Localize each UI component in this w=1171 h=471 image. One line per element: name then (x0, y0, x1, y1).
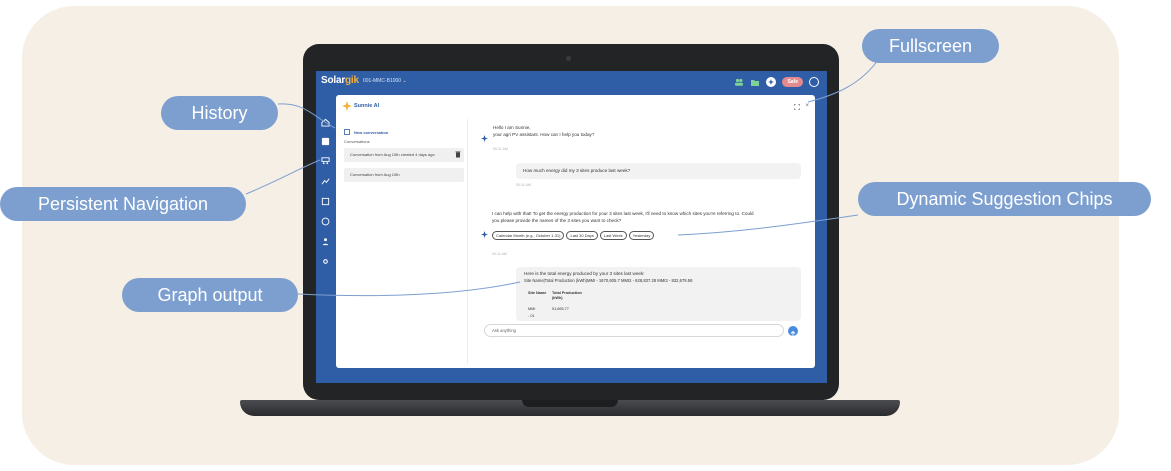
callout-dynamic-suggestion-chips: Dynamic Suggestion Chips (858, 182, 1151, 216)
callout-history: History (161, 96, 278, 130)
graph-connector (297, 281, 521, 297)
callout-fullscreen: Fullscreen (862, 29, 999, 63)
callout-graph-output: Graph output (122, 278, 298, 312)
chips-connector (677, 214, 859, 236)
callout-persistent-navigation: Persistent Navigation (0, 187, 246, 221)
callout-connectors (245, 59, 879, 297)
history-connector (277, 103, 336, 129)
navigation-connector (245, 159, 321, 195)
fullscreen-connector (807, 59, 879, 103)
